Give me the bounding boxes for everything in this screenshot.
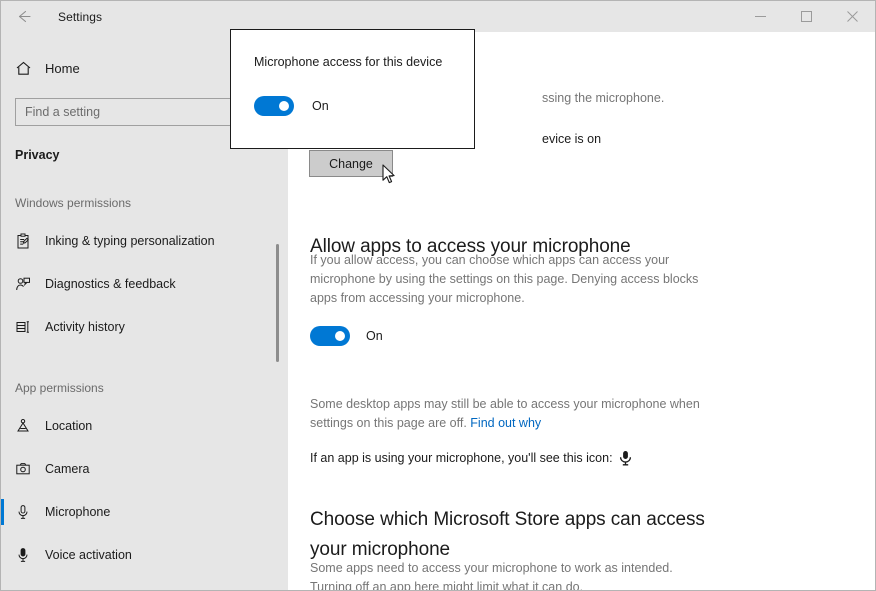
sidebar-item-inking-typing-personalization[interactable]: Inking & typing personalization — [1, 219, 288, 262]
sidebar-group-heading-app-permissions: App permissions — [15, 381, 104, 395]
occluded-description-line: ssing the microphone. — [542, 91, 665, 105]
description-allow-apps: If you allow access, you can choose whic… — [310, 253, 699, 305]
allow-apps-toggle-state: On — [366, 329, 383, 343]
sidebar-item-label: Inking & typing personalization — [45, 233, 215, 248]
sidebar-group-heading-windows-permissions: Windows permissions — [15, 196, 132, 210]
mouse-cursor — [382, 164, 397, 191]
description-store-apps: Some apps need to access your microphone… — [310, 561, 673, 591]
allow-apps-toggle-row: On — [310, 326, 383, 346]
sidebar-scrollbar-thumb[interactable] — [276, 244, 279, 362]
activity-history-icon — [15, 319, 41, 335]
microphone-icon-hint-text: If an app is using your microphone, you'… — [310, 451, 613, 465]
camera-icon — [15, 461, 41, 477]
microphone-access-popup: Microphone access for this device On — [230, 29, 475, 149]
sidebar-item-label: Microphone — [45, 504, 111, 519]
window-controls — [737, 1, 875, 32]
maximize-button[interactable] — [783, 1, 829, 32]
allow-apps-toggle[interactable] — [310, 326, 350, 346]
home-icon — [15, 60, 41, 77]
heading-store-apps: Choose which Microsoft Store apps can ac… — [310, 508, 705, 560]
sidebar-item-label: Camera — [45, 461, 90, 476]
sidebar-item-microphone[interactable]: Microphone — [1, 490, 288, 533]
location-icon — [15, 418, 41, 434]
sidebar-item-label: Location — [45, 418, 93, 433]
page-title: Settings — [58, 9, 103, 24]
sidebar-item-label: Home — [45, 60, 80, 76]
sidebar-category-title: Privacy — [15, 148, 60, 162]
sidebar-item-location[interactable]: Location — [1, 404, 288, 447]
back-arrow-icon[interactable] — [1, 1, 46, 32]
desktop-apps-note: Some desktop apps may still be able to a… — [310, 395, 710, 433]
popup-toggle-row: On — [254, 96, 329, 116]
voice-activation-icon — [15, 547, 41, 563]
occluded-status-line: evice is on — [542, 132, 602, 146]
sidebar-item-diagnostics-feedback[interactable]: Diagnostics & feedback — [1, 262, 288, 305]
microphone-icon — [15, 504, 41, 520]
title-bar: Settings — [1, 1, 875, 32]
sidebar-item-label: Activity history — [45, 319, 125, 334]
change-button[interactable]: Change — [309, 150, 393, 177]
microphone-icon — [619, 450, 632, 472]
sidebar-item-voice-activation[interactable]: Voice activation — [1, 533, 288, 576]
device-microphone-access-toggle[interactable] — [254, 96, 294, 116]
sidebar-item-camera[interactable]: Camera — [1, 447, 288, 490]
close-button[interactable] — [829, 1, 875, 32]
person-feedback-icon — [15, 276, 41, 292]
find-out-why-link[interactable]: Find out why — [470, 416, 541, 430]
sidebar-item-label: Voice activation — [45, 547, 132, 562]
clipboard-pen-icon — [15, 233, 41, 249]
sidebar-item-label: Diagnostics & feedback — [45, 276, 176, 291]
sidebar-item-activity-history[interactable]: Activity history — [1, 305, 288, 348]
device-microphone-access-state: On — [312, 99, 329, 113]
microphone-icon-hint: If an app is using your microphone, you'… — [310, 449, 730, 472]
minimize-button[interactable] — [737, 1, 783, 32]
popup-title: Microphone access for this device — [254, 55, 443, 69]
settings-window: Settings Home Find a setting Privacy Win… — [0, 0, 876, 591]
